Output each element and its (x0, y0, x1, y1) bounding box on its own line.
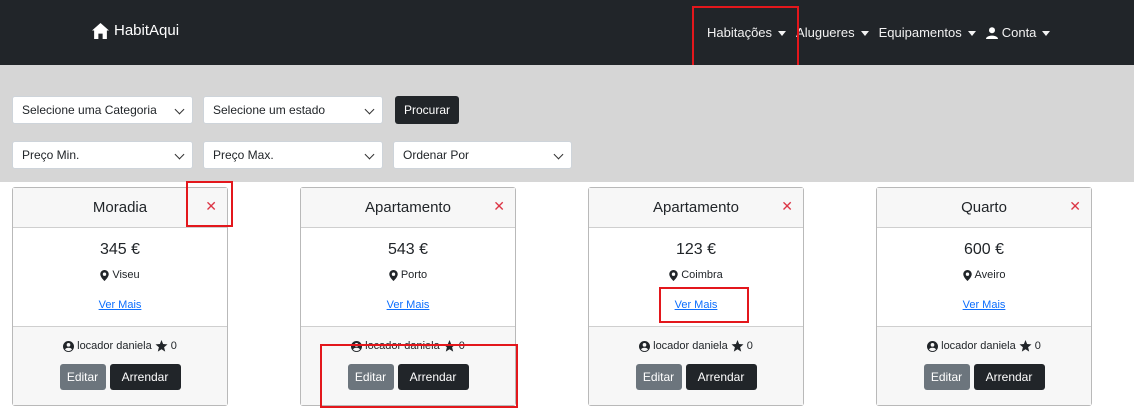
card-title: Apartamento (653, 199, 739, 216)
card-header: Apartamento ✕ (301, 188, 515, 228)
rating-value: 0 (746, 340, 753, 352)
highlight-box-actions (320, 344, 518, 408)
highlight-box-nav (692, 6, 799, 74)
state-select[interactable]: Selecione um estado (203, 96, 383, 124)
rent-button[interactable]: Arrendar (109, 364, 181, 390)
edit-button[interactable]: Editar (923, 364, 970, 390)
star-icon (731, 340, 744, 352)
card-body: 600 € Aveiro Ver Mais (877, 228, 1091, 326)
nav-label: Alugueres (796, 25, 855, 40)
card-actions: Editar Arrendar (877, 364, 1091, 390)
nav-item-alugueres[interactable]: Alugueres (791, 18, 874, 48)
page: HabitAqui Habitações Alugueres Equipamen… (0, 0, 1134, 408)
nav-label: Conta (1001, 25, 1037, 40)
chevron-down-icon (553, 149, 564, 160)
rating-value: 0 (1034, 340, 1041, 352)
map-marker-icon (669, 269, 678, 281)
card-footer: locador daniela 0 Editar Arrendar (589, 326, 803, 405)
rent-button[interactable]: Arrendar (973, 364, 1045, 390)
card-owner: locador daniela 0 (589, 340, 803, 352)
edit-button[interactable]: Editar (635, 364, 682, 390)
category-select-value: Selecione uma Categoria (22, 103, 157, 117)
map-marker-icon (389, 269, 398, 281)
ver-mais-link[interactable]: Ver Mais (13, 299, 227, 311)
card-title: Moradia (92, 199, 148, 216)
card-price: 543 € (387, 241, 429, 258)
close-icon[interactable]: ✕ (1069, 199, 1081, 213)
chevron-down-icon (364, 149, 375, 160)
brand[interactable]: HabitAqui (92, 22, 179, 39)
listing-card: Quarto ✕ 600 € Aveiro Ver Mais locador d… (876, 187, 1092, 406)
price-min-value: Preço Min. (22, 148, 80, 162)
card-footer: locador daniela 0 Editar Arrendar (13, 326, 227, 405)
close-icon[interactable]: ✕ (781, 199, 793, 213)
card-location-text: Aveiro (974, 269, 1006, 281)
card-title: Apartamento (365, 199, 451, 216)
ver-mais-link[interactable]: Ver Mais (301, 299, 515, 311)
nav-item-equipamentos[interactable]: Equipamentos (874, 18, 981, 48)
map-marker-icon (962, 269, 972, 281)
star-icon (155, 340, 168, 352)
card-body: 543 € Porto Ver Mais (301, 228, 515, 326)
nav-label: Equipamentos (878, 25, 962, 40)
edit-button[interactable]: Editar (59, 364, 106, 390)
card-body: 345 € Viseu Ver Mais (13, 228, 227, 326)
ver-mais-link[interactable]: Ver Mais (877, 299, 1091, 311)
brand-name: HabitAqui (114, 22, 180, 39)
chevron-down-icon (174, 104, 185, 115)
user-circle-icon (927, 340, 939, 352)
navbar: HabitAqui Habitações Alugueres Equipamen… (0, 0, 1134, 65)
state-select-value: Selecione um estado (213, 103, 326, 117)
category-select[interactable]: Selecione uma Categoria (12, 96, 193, 124)
search-button[interactable]: Procurar (395, 96, 459, 124)
nav-item-conta[interactable]: Conta (981, 18, 1056, 48)
card-location: Aveiro (877, 269, 1091, 281)
card-owner: locador daniela 0 (877, 340, 1091, 352)
card-location-text: Coimbra (681, 269, 723, 281)
card-header: Quarto ✕ (877, 188, 1091, 228)
card-location: Viseu (13, 269, 227, 281)
card-price: 600 € (963, 241, 1005, 258)
owner-name: locador daniela (77, 340, 152, 352)
card-location: Coimbra (589, 269, 803, 281)
price-min-select[interactable]: Preço Min. (12, 141, 193, 169)
user-circle-icon (63, 340, 75, 352)
caret-down-icon (1042, 30, 1051, 36)
card-actions: Editar Arrendar (589, 364, 803, 390)
card-price: 123 € (675, 241, 717, 258)
card-owner: locador daniela 0 (13, 340, 227, 352)
chevron-down-icon (174, 149, 185, 160)
user-circle-icon (639, 340, 651, 352)
highlight-box-close (186, 181, 233, 227)
rating-value: 0 (170, 340, 177, 352)
price-max-value: Preço Max. (213, 148, 274, 162)
star-icon (1019, 340, 1032, 352)
order-by-value: Ordenar Por (403, 148, 470, 162)
owner-name: locador daniela (653, 340, 728, 352)
card-location: Porto (301, 269, 515, 281)
user-icon (985, 26, 998, 39)
home-icon (92, 22, 109, 39)
owner-name: locador daniela (941, 340, 1016, 352)
chevron-down-icon (364, 104, 375, 115)
close-icon[interactable]: ✕ (493, 199, 505, 213)
highlight-box-ver-mais (659, 287, 749, 323)
card-header: Apartamento ✕ (589, 188, 803, 228)
rent-button[interactable]: Arrendar (685, 364, 757, 390)
card-actions: Editar Arrendar (13, 364, 227, 390)
card-location-text: Porto (400, 269, 428, 281)
card-title: Quarto (961, 199, 1007, 216)
order-by-select[interactable]: Ordenar Por (393, 141, 572, 169)
card-footer: locador daniela 0 Editar Arrendar (877, 326, 1091, 405)
map-marker-icon (100, 269, 110, 281)
card-location-text: Viseu (112, 269, 140, 281)
caret-down-icon (967, 30, 976, 36)
caret-down-icon (860, 30, 869, 36)
price-max-select[interactable]: Preço Max. (203, 141, 383, 169)
card-price: 345 € (99, 241, 141, 258)
